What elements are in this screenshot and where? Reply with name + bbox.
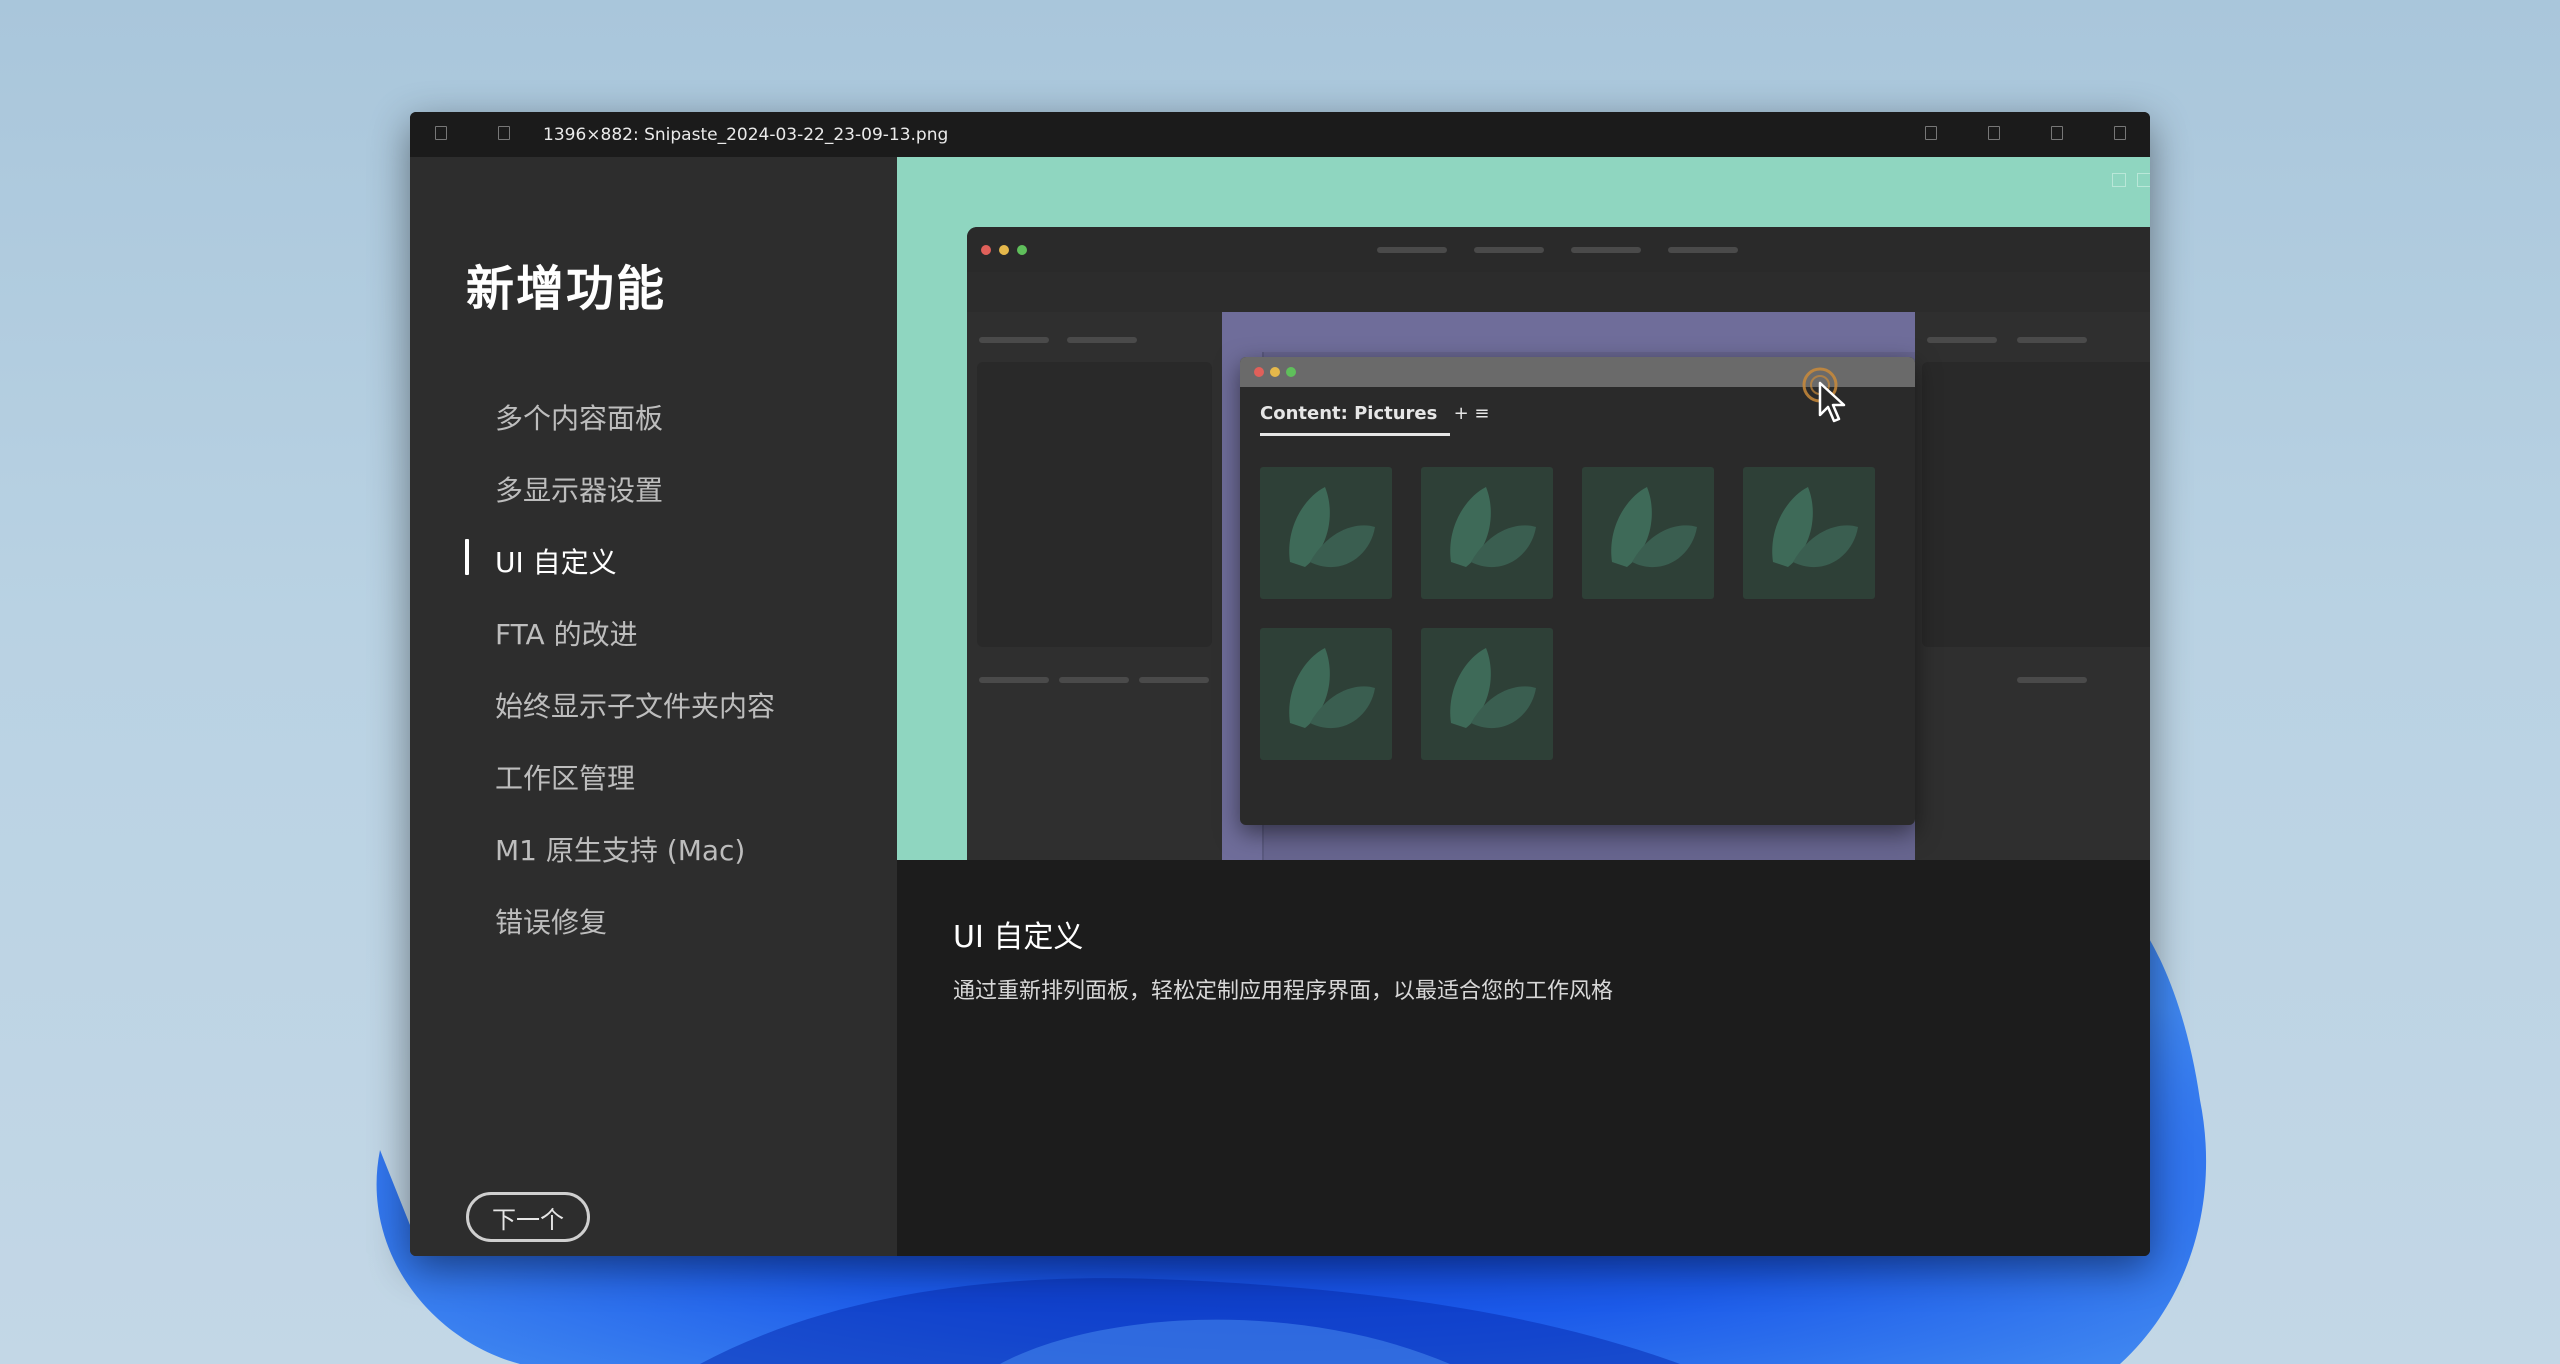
mock-toolbar [967,272,2150,312]
nav-item-m1-support[interactable]: M1 原生支持 (Mac) [495,829,745,869]
picture-thumbnail [1260,628,1392,760]
panel-maximize-dot [1286,367,1296,377]
window-title: 1396×882: Snipaste_2024-03-22_23-09-13.p… [543,125,949,145]
mock-minimize-dot [999,245,1009,255]
picture-thumbnail [1582,467,1714,599]
leaf-icon [1289,648,1375,729]
mock-pill [1067,337,1137,343]
leaf-icon [1611,487,1697,568]
leaf-icon [1772,487,1858,568]
corner-mark [2112,173,2126,187]
mock-menu-pill [1377,247,1447,253]
sidebar-title: 新增功能 [466,261,667,317]
mock-pill [979,337,1049,343]
leaf-icon [1450,648,1536,729]
content-tab-label: Content: Pictures [1260,403,1438,424]
menu-icon[interactable] [435,126,447,140]
mock-right-panel [1922,362,2150,647]
picture-thumbnail [1421,467,1553,599]
corner-mark [2137,173,2150,187]
maximize-icon[interactable] [2051,126,2063,140]
whats-new-sidebar: 新增功能 多个内容面板 多显示器设置 UI 自定义 FTA 的改进 始终显示子文… [410,157,897,1256]
nav-item-ui-customization[interactable]: UI 自定义 [495,541,617,581]
picture-thumbnail [1260,467,1392,599]
nav-item-bug-fixes[interactable]: 错误修复 [495,901,607,941]
title-bar: 1396×882: Snipaste_2024-03-22_23-09-13.p… [410,112,2150,157]
app-window: 1396×882: Snipaste_2024-03-22_23-09-13.p… [410,112,2150,1256]
nav-item-fta-improvements[interactable]: FTA 的改进 [495,613,638,653]
picture-thumbnail [1743,467,1875,599]
close-icon[interactable] [2114,126,2126,140]
mock-pill [2017,337,2087,343]
mock-menu-pill [1571,247,1641,253]
mock-title-bar [967,227,2150,272]
content-tab: Content: Pictures + ≡ [1260,403,1490,424]
mock-menu-pill [1668,247,1738,253]
feature-body: 通过重新排列面板，轻松定制应用程序界面，以最适合您的工作风格 [953,979,1614,1004]
mock-pill [1927,337,1997,343]
nav-item-subfolder-contents[interactable]: 始终显示子文件夹内容 [495,685,775,725]
tool-icon[interactable] [1925,126,1937,140]
mock-close-dot [981,245,991,255]
picture-thumbnail [1421,628,1553,760]
panel-close-dot [1254,367,1264,377]
floating-content-panel: Content: Pictures + ≡ [1240,357,1915,825]
feature-title: UI 自定义 [953,920,1084,955]
leaf-icon [1450,487,1536,568]
mock-left-panel [977,362,1212,647]
cursor-click-icon [1802,367,1846,423]
panel-minimize-dot [1270,367,1280,377]
mock-menu-pill [1474,247,1544,253]
next-button[interactable]: 下一个 [466,1192,590,1242]
nav-item-multi-monitor[interactable]: 多显示器设置 [495,469,663,509]
pin-icon[interactable] [498,126,510,140]
minimize-icon[interactable] [1988,126,2000,140]
leaf-icon [1289,487,1375,568]
feature-description: UI 自定义 通过重新排列面板，轻松定制应用程序界面，以最适合您的工作风格 [897,860,2150,1256]
content-tab-actions: + ≡ [1453,403,1490,424]
feature-illustration: Content: Pictures + ≡ [897,157,2150,860]
mock-pill [979,677,1049,683]
content-tab-underline [1260,433,1450,436]
mock-pill [1059,677,1129,683]
mock-maximize-dot [1017,245,1027,255]
active-nav-indicator [465,539,469,575]
nav-item-multiple-content-panels[interactable]: 多个内容面板 [495,397,663,437]
mock-pill [2017,677,2087,683]
mock-pill [1139,677,1209,683]
nav-item-workspace-management[interactable]: 工作区管理 [495,757,635,797]
